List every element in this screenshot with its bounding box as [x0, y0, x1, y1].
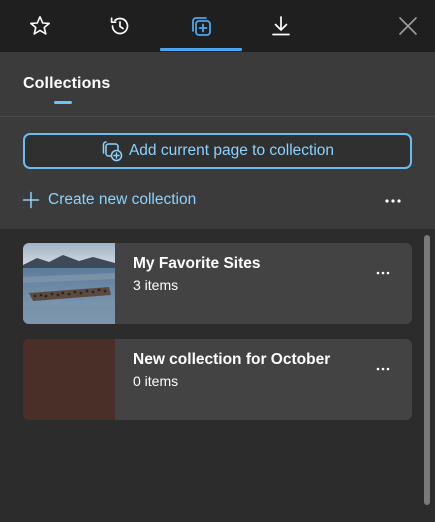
- collection-more-button[interactable]: [368, 359, 398, 379]
- collections-button[interactable]: [171, 0, 231, 52]
- more-horizontal-icon: [376, 271, 390, 275]
- collection-item-count: 0 items: [133, 373, 179, 389]
- collections-panel: Collections Add current page to collecti…: [0, 0, 435, 522]
- add-current-page-button[interactable]: Add current page to collection: [23, 133, 412, 169]
- page-title: Collections: [23, 75, 111, 92]
- collection-title: My Favorite Sites: [133, 255, 261, 272]
- close-button[interactable]: [378, 0, 435, 52]
- title-underline: [54, 101, 72, 104]
- star-icon: [30, 16, 50, 35]
- favorites-button[interactable]: [10, 0, 70, 52]
- more-horizontal-icon: [385, 199, 401, 203]
- collections-icon: [192, 17, 211, 36]
- add-to-collection-icon: [101, 140, 123, 162]
- create-new-collection-button[interactable]: Create new collection: [22, 187, 196, 213]
- collection-thumbnail-placeholder: [23, 339, 115, 420]
- create-new-collection-label: Create new collection: [48, 191, 197, 208]
- collection-title: New collection for October: [133, 351, 331, 368]
- active-tab-indicator: [160, 48, 242, 51]
- list-scrollbar[interactable]: [424, 235, 430, 505]
- header-divider: [0, 116, 435, 117]
- history-button[interactable]: [90, 0, 150, 52]
- more-horizontal-icon: [376, 367, 390, 371]
- top-toolbar: [0, 0, 435, 52]
- download-icon: [272, 16, 290, 36]
- collections-more-button[interactable]: [378, 188, 408, 214]
- collection-item-count: 3 items: [133, 277, 179, 293]
- history-icon: [110, 17, 129, 35]
- collection-more-button[interactable]: [368, 263, 398, 283]
- collection-card-favorites[interactable]: My Favorite Sites 3 items: [23, 243, 412, 324]
- collections-list: My Favorite Sites 3 items New collection…: [0, 229, 435, 522]
- collection-thumbnail-image: [23, 243, 115, 324]
- add-current-page-label: Add current page to collection: [128, 142, 335, 159]
- close-icon: [399, 17, 417, 35]
- plus-icon: [22, 191, 40, 209]
- collection-card-october[interactable]: New collection for October 0 items: [23, 339, 412, 420]
- downloads-button[interactable]: [251, 0, 311, 52]
